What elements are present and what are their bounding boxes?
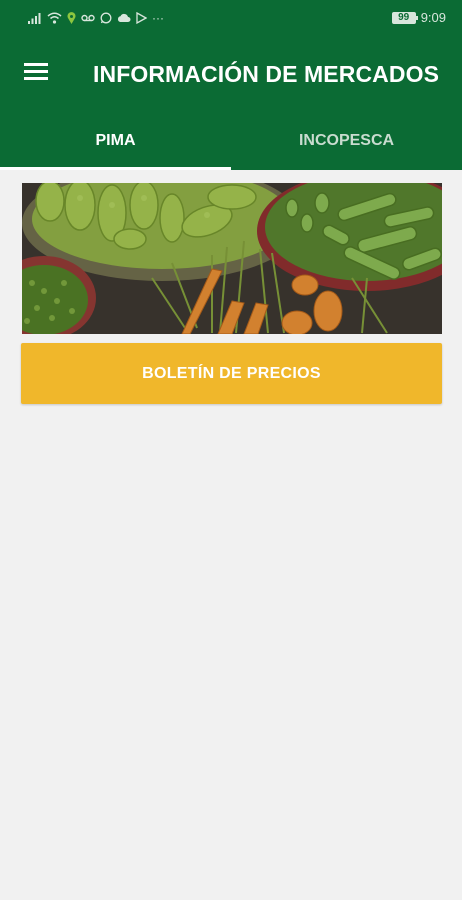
wifi-icon [47, 12, 62, 24]
status-right: 99 9:09 [391, 10, 446, 25]
hamburger-menu-icon [23, 61, 49, 86]
tab-label: PIMA [95, 132, 136, 149]
battery-level: 99 [398, 11, 410, 23]
more-notifications-icon: ··· [152, 11, 164, 25]
tab-label: INCOPESCA [298, 132, 395, 149]
menu-button[interactable] [18, 57, 54, 89]
status-bar: ··· 99 9:09 [0, 0, 462, 36]
toolbar: INFORMACIÓN DE MERCADOS [0, 36, 462, 110]
play-store-icon [136, 12, 147, 24]
signal-icon [28, 12, 42, 24]
status-icons: ··· [28, 11, 164, 25]
tab-pima[interactable]: PIMA [0, 112, 231, 170]
whatsapp-icon [100, 12, 112, 24]
cloud-icon [117, 13, 131, 23]
price-bulletin-label: BOLETÍN DE PRECIOS [142, 364, 321, 382]
tab-bar: PIMA INCOPESCA [0, 112, 462, 170]
tab-indicator [0, 167, 231, 170]
location-icon [67, 12, 76, 24]
battery-icon: 99 [391, 11, 418, 24]
tab-incopesca[interactable]: INCOPESCA [231, 112, 462, 170]
price-bulletin-button[interactable]: BOLETÍN DE PRECIOS [21, 343, 442, 404]
clock: 9:09 [420, 10, 446, 25]
voicemail-icon [81, 13, 95, 23]
app-bar: ··· 99 9:09 INFORMACIÓN DE MERCADOS PIMA [0, 0, 462, 170]
page-title: INFORMACIÓN DE MERCADOS [93, 61, 440, 87]
vegetables-banner-image [22, 183, 442, 334]
